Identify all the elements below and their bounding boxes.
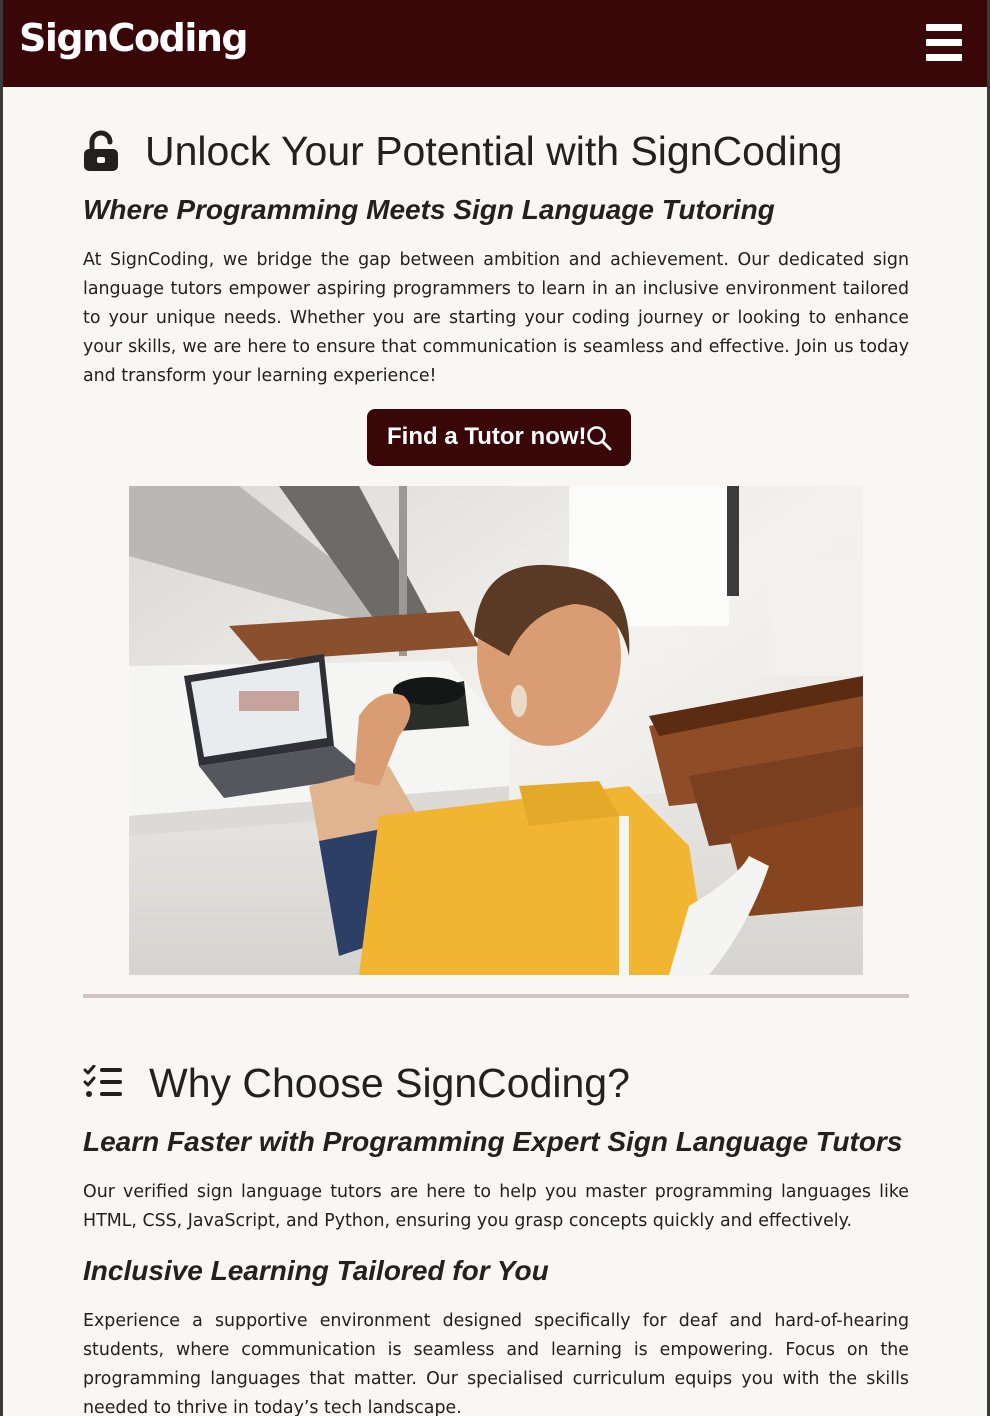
checklist-icon (83, 1065, 122, 1097)
why-heading-row: Why Choose SignCoding? (83, 1059, 909, 1109)
why-item-text: Our verified sign language tutors are he… (83, 1182, 909, 1231)
find-tutor-button[interactable]: Find a Tutor now! (367, 409, 631, 466)
why-heading: Why Choose SignCoding? (149, 1060, 630, 1106)
why-item-text: Experience a supportive environment desi… (83, 1311, 909, 1416)
why-item-title: Inclusive Learning Tailored for You (83, 1255, 549, 1286)
hero-image (129, 486, 863, 975)
hero-heading-row: Unlock Your Potential with SignCoding (83, 127, 909, 177)
unlock-icon (84, 130, 118, 171)
find-tutor-label: Find a Tutor now! (387, 423, 587, 450)
navbar: SignCoding (3, 0, 987, 87)
hero-heading: Unlock Your Potential with SignCoding (145, 128, 843, 174)
section-divider (83, 994, 909, 998)
search-icon (587, 426, 612, 451)
hero-paragraph: At SignCoding, we bridge the gap between… (83, 250, 909, 386)
page: SignCoding Unlock Your Potential with Si… (0, 0, 990, 1416)
menu-button[interactable] (919, 17, 967, 69)
why-item-title: Learn Faster with Programming Expert Sig… (83, 1126, 903, 1157)
brand-logo[interactable]: SignCoding (19, 16, 249, 60)
hero-subheading: Where Programming Meets Sign Language Tu… (83, 194, 775, 225)
